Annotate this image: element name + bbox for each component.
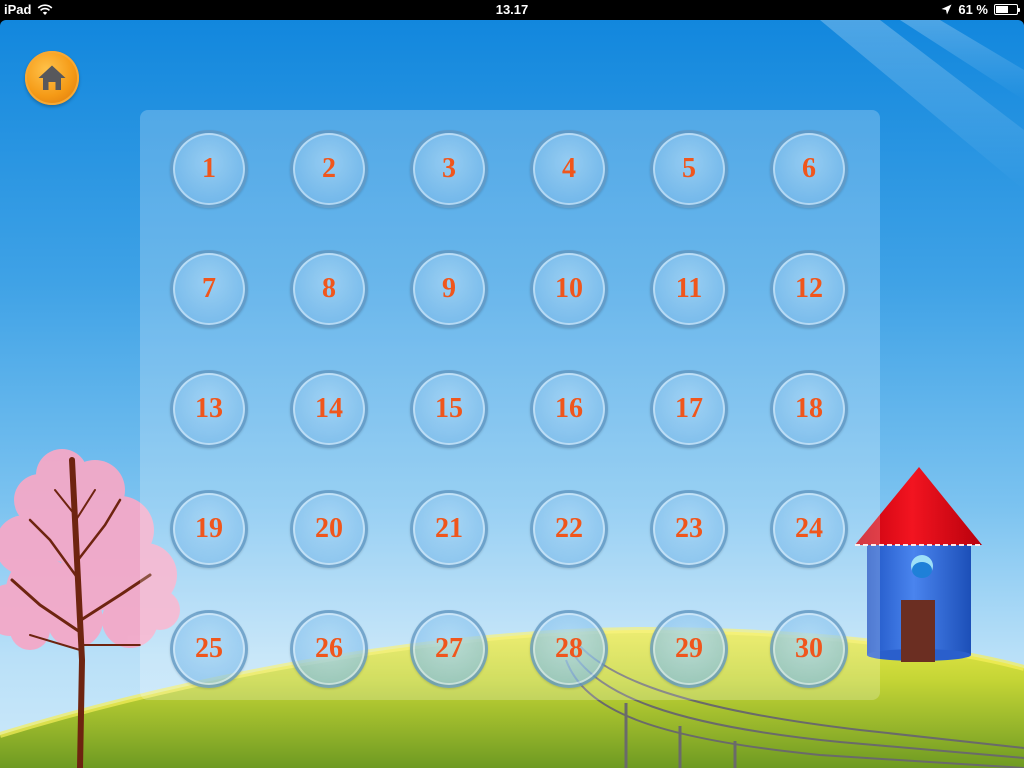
level-button-5[interactable]: 5 — [650, 130, 728, 208]
battery-icon — [994, 4, 1020, 15]
level-button-7[interactable]: 7 — [170, 250, 248, 328]
level-button-25[interactable]: 25 — [170, 610, 248, 688]
status-time: 13.17 — [495, 2, 529, 17]
level-button-2[interactable]: 2 — [290, 130, 368, 208]
level-button-17[interactable]: 17 — [650, 370, 728, 448]
level-button-26[interactable]: 26 — [290, 610, 368, 688]
level-button-14[interactable]: 14 — [290, 370, 368, 448]
level-button-1[interactable]: 1 — [170, 130, 248, 208]
level-button-20[interactable]: 20 — [290, 490, 368, 568]
level-button-10[interactable]: 10 — [530, 250, 608, 328]
home-button[interactable] — [25, 51, 79, 105]
level-button-24[interactable]: 24 — [770, 490, 848, 568]
location-arrow-icon — [941, 4, 952, 15]
level-button-27[interactable]: 27 — [410, 610, 488, 688]
level-button-9[interactable]: 9 — [410, 250, 488, 328]
level-button-23[interactable]: 23 — [650, 490, 728, 568]
status-bar: iPad 13.17 61 % — [0, 0, 1024, 20]
level-button-28[interactable]: 28 — [530, 610, 608, 688]
level-button-15[interactable]: 15 — [410, 370, 488, 448]
level-button-6[interactable]: 6 — [770, 130, 848, 208]
level-button-8[interactable]: 8 — [290, 250, 368, 328]
level-select-screen: 1 2 3 4 5 6 7 8 9 10 11 12 13 14 15 16 17 18 19 20 21 22 23 24 2… — [0, 20, 1024, 768]
level-button-16[interactable]: 16 — [530, 370, 608, 448]
level-button-11[interactable]: 11 — [650, 250, 728, 328]
ipad-screen: iPad 13.17 61 % 1 2 3 4 5 6 7 8 9 10 11 … — [0, 0, 1024, 768]
level-button-21[interactable]: 21 — [410, 490, 488, 568]
level-button-12[interactable]: 12 — [770, 250, 848, 328]
level-grid-panel: 1 2 3 4 5 6 7 8 9 10 11 12 13 14 15 16 17 18 19 20 21 22 23 24 2… — [140, 110, 880, 700]
level-button-19[interactable]: 19 — [170, 490, 248, 568]
level-button-13[interactable]: 13 — [170, 370, 248, 448]
status-right: 61 % — [941, 2, 1020, 17]
home-icon — [38, 65, 66, 90]
level-button-29[interactable]: 29 — [650, 610, 728, 688]
level-button-4[interactable]: 4 — [530, 130, 608, 208]
level-button-18[interactable]: 18 — [770, 370, 848, 448]
battery-level — [996, 6, 1009, 13]
level-button-3[interactable]: 3 — [410, 130, 488, 208]
level-button-30[interactable]: 30 — [770, 610, 848, 688]
battery-percentage: 61 % — [958, 2, 988, 17]
level-button-22[interactable]: 22 — [530, 490, 608, 568]
